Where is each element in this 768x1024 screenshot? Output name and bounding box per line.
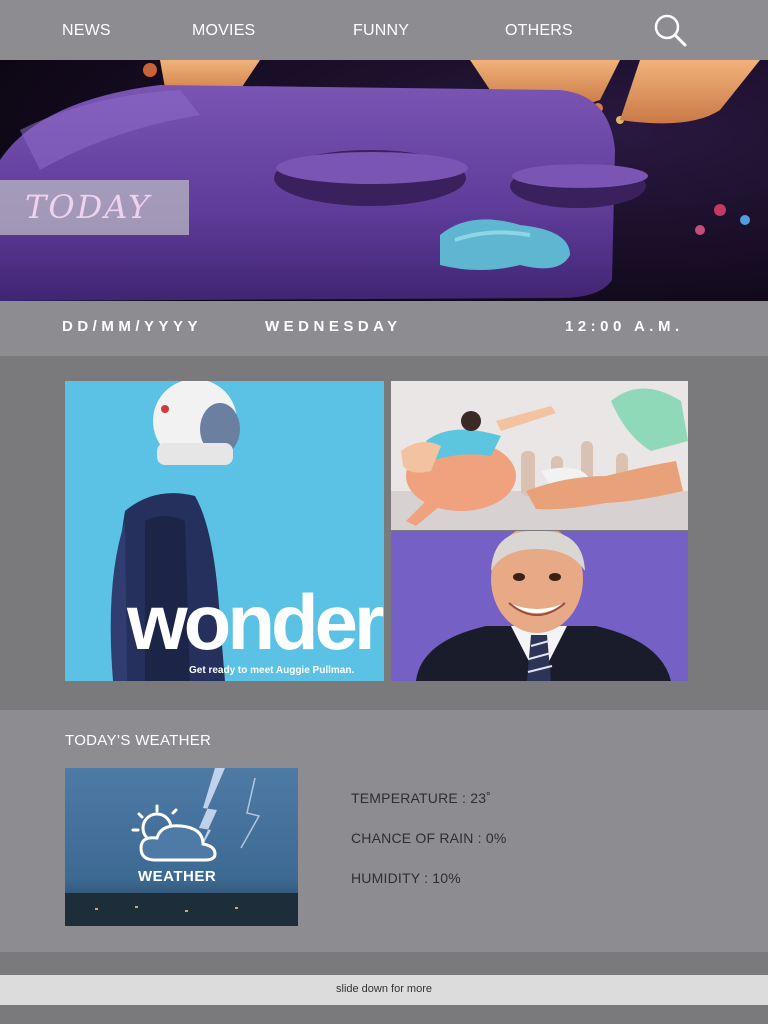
nav-item-funny[interactable]: FUNNY (353, 22, 409, 40)
storm-image (65, 768, 298, 926)
today-label: TODAY (25, 188, 152, 226)
poster-title: wonder (127, 578, 384, 666)
weekday-text: WEDNESDAY (265, 318, 402, 335)
slide-down-hint: slide down for more (336, 983, 432, 995)
today-tag: TODAY (0, 180, 189, 235)
rain-chance-text: CHANCE OF RAIN : 0% (351, 830, 507, 846)
media-gallery: wonder Get ready to meet Auggie Pullman. (0, 356, 768, 710)
hero-banner[interactable]: TODAY (0, 60, 768, 301)
weather-image-label: WEATHER (138, 868, 217, 885)
nav-item-others[interactable]: OTHERS (505, 22, 573, 40)
search-icon (654, 14, 687, 47)
date-bar: DD/MM/YYYY WEDNESDAY 12:00 A.M. (0, 301, 768, 356)
temperature-text: TEMPERATURE : 23˚ (351, 790, 492, 806)
poster-tagline: Get ready to meet Auggie Pullman. (189, 665, 355, 676)
search-button[interactable] (652, 12, 688, 48)
time-text: 12:00 A.M. (565, 318, 684, 335)
weather-heading: TODAY’S WEATHER (65, 732, 212, 749)
date-text: DD/MM/YYYY (62, 318, 203, 335)
funny-video-tile[interactable] (391, 381, 688, 530)
movie-poster-tile[interactable]: wonder Get ready to meet Auggie Pullman. (65, 381, 384, 681)
weather-card[interactable]: WEATHER (65, 768, 298, 926)
weather-section: TODAY’S WEATHER WEATHER TEMPERATURE: 23… (0, 710, 768, 952)
news-photo-tile[interactable] (391, 531, 688, 681)
slide-down-bar[interactable]: slide down for more (0, 975, 768, 1005)
nav-item-news[interactable]: NEWS (62, 22, 111, 40)
dancers-image (391, 381, 688, 530)
humidity-text: HUMIDITY : 10% (351, 870, 461, 886)
portrait-image (391, 531, 688, 681)
nav-item-movies[interactable]: MOVIES (192, 22, 255, 40)
top-nav: NEWS MOVIES FUNNY OTHERS (0, 0, 768, 60)
